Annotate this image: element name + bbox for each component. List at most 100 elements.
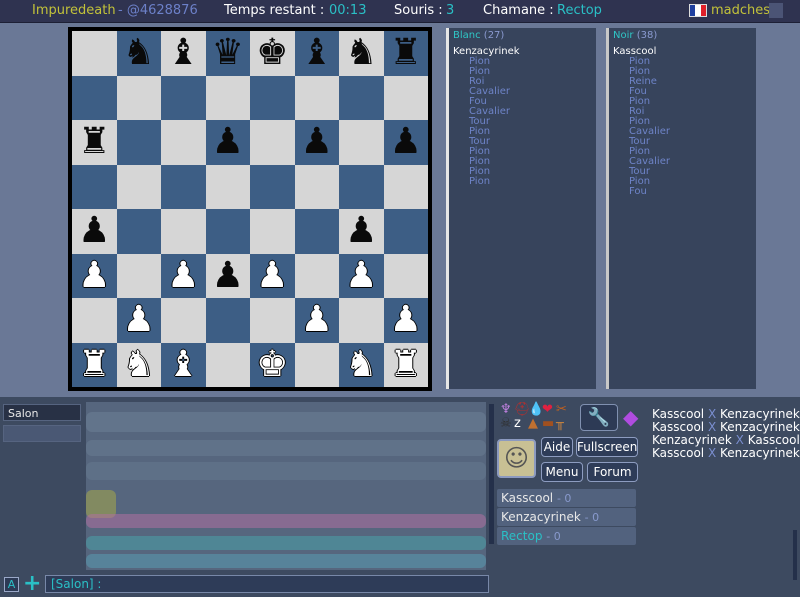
black-queen-icon[interactable]: ♛	[212, 35, 244, 71]
black-bishop-icon[interactable]: ♝	[301, 35, 333, 71]
board-square[interactable]: ♞	[339, 342, 384, 387]
crystal-icon[interactable]: ◆	[623, 404, 639, 432]
tab-secondary[interactable]	[3, 425, 81, 442]
white-pawn-icon[interactable]: ♟	[167, 257, 199, 294]
white-pawn-icon[interactable]: ♟	[301, 302, 333, 338]
chat-scrollbar[interactable]	[489, 404, 494, 544]
help-button[interactable]: Aide	[541, 437, 573, 457]
board-square[interactable]: ♟	[205, 253, 250, 298]
board-square[interactable]	[205, 164, 250, 209]
board-square[interactable]: ♚	[250, 342, 295, 387]
board-square[interactable]	[294, 164, 339, 209]
board-square[interactable]: ♝	[294, 31, 339, 76]
white-knight-icon[interactable]: ♞	[123, 346, 155, 383]
board-square[interactable]: ♟	[250, 253, 295, 298]
fullscreen-button[interactable]: Fullscreen	[576, 437, 638, 457]
board-square[interactable]: ♜	[72, 342, 117, 387]
add-channel-button[interactable]: +	[23, 573, 41, 595]
black-knight-icon[interactable]: ♞	[345, 35, 377, 71]
board-square[interactable]: ♟	[116, 298, 161, 343]
board-square[interactable]: ♟	[161, 253, 206, 298]
cheese-icon[interactable]: ▲	[528, 416, 538, 431]
board-square[interactable]	[116, 75, 161, 120]
board-square[interactable]	[294, 75, 339, 120]
board-square[interactable]: ♝	[161, 342, 206, 387]
emote-icons[interactable]: ♆ ⛑ 💧 ❤ ✂ ☠ z ▲ ▬ ╥	[497, 402, 577, 434]
board-square[interactable]	[72, 298, 117, 343]
black-pawn-icon[interactable]: ♟	[301, 124, 333, 160]
board-square[interactable]	[250, 75, 295, 120]
sleep-icon[interactable]: z	[514, 416, 521, 431]
board-square[interactable]: ♚	[250, 31, 295, 76]
black-king-icon[interactable]: ♚	[256, 35, 288, 71]
forum-button[interactable]: Forum	[587, 462, 638, 482]
board-square[interactable]: ♞	[116, 342, 161, 387]
chat-log[interactable]	[86, 402, 486, 570]
board-square[interactable]: ♟	[72, 209, 117, 254]
board-square[interactable]	[383, 209, 428, 254]
black-pawn-icon[interactable]: ♟	[345, 213, 377, 249]
tools-icon[interactable]: ✂	[556, 402, 567, 417]
board-square[interactable]: ♟	[294, 120, 339, 165]
skull-icon[interactable]: ☠	[500, 416, 512, 431]
board-square[interactable]	[116, 253, 161, 298]
board-square[interactable]: ♛	[205, 31, 250, 76]
board-square[interactable]: ♟	[339, 209, 384, 254]
board-square[interactable]	[72, 164, 117, 209]
board-square[interactable]	[161, 164, 206, 209]
board-square[interactable]	[161, 209, 206, 254]
white-knight-icon[interactable]: ♞	[345, 346, 377, 383]
shaman-icon[interactable]: ♆	[500, 402, 512, 417]
white-pawn-icon[interactable]: ♟	[345, 257, 377, 294]
board-square[interactable]	[205, 75, 250, 120]
board-square[interactable]	[161, 298, 206, 343]
board-square[interactable]: ♟	[383, 298, 428, 343]
white-rook-icon[interactable]: ♜	[78, 346, 110, 383]
french-flag-icon[interactable]	[689, 4, 707, 17]
black-rook-icon[interactable]: ♜	[78, 124, 110, 160]
board-square[interactable]: ♟	[383, 120, 428, 165]
tab-salon[interactable]: Salon	[3, 404, 81, 421]
board-square[interactable]	[383, 75, 428, 120]
board-square[interactable]	[383, 253, 428, 298]
white-rook-icon[interactable]: ♜	[390, 346, 422, 383]
board-square[interactable]	[205, 342, 250, 387]
board-square[interactable]	[116, 164, 161, 209]
wood-icon[interactable]: ▬	[542, 416, 554, 431]
board-square[interactable]: ♞	[339, 31, 384, 76]
board-square[interactable]: ♟	[339, 253, 384, 298]
board-square[interactable]	[205, 209, 250, 254]
board-square[interactable]	[72, 75, 117, 120]
black-pawn-icon[interactable]: ♟	[212, 124, 244, 160]
black-knight-icon[interactable]: ♞	[123, 35, 155, 71]
board-square[interactable]	[72, 31, 117, 76]
board-square[interactable]	[161, 75, 206, 120]
black-pawn-icon[interactable]: ♟	[78, 213, 110, 249]
username[interactable]: Impuredeath	[32, 3, 116, 18]
board-square[interactable]: ♝	[161, 31, 206, 76]
board-square[interactable]	[250, 209, 295, 254]
white-pawn-icon[interactable]: ♟	[390, 302, 422, 338]
heart-icon[interactable]: ❤	[542, 402, 553, 417]
chat-input[interactable]: [Salon] :	[45, 575, 489, 593]
board-square[interactable]	[205, 298, 250, 343]
board-square[interactable]: ♜	[383, 31, 428, 76]
board-square[interactable]	[294, 253, 339, 298]
board-square[interactable]: ♟	[72, 253, 117, 298]
board-square[interactable]: ♟	[205, 120, 250, 165]
white-bishop-icon[interactable]: ♝	[167, 346, 199, 383]
white-pawn-icon[interactable]: ♟	[123, 302, 155, 338]
black-bishop-icon[interactable]: ♝	[167, 35, 199, 71]
board-square[interactable]	[116, 120, 161, 165]
board-square[interactable]	[383, 164, 428, 209]
board-square[interactable]	[250, 164, 295, 209]
board-square[interactable]	[339, 164, 384, 209]
board-square[interactable]: ♞	[116, 31, 161, 76]
chess-board[interactable]: ♞ ♝ ♛ ♚ ♝ ♞ ♜ ♜ ♟ ♟ ♟ ♟ ♟ ♟ ♟ ♟ ♟ ♟ ♟ ♟ ♟ ♜ ♞ ♝ ♚ ♞ ♜	[72, 31, 428, 387]
board-square[interactable]: ♜	[72, 120, 117, 165]
bench-icon[interactable]: ╥	[556, 416, 564, 431]
white-king-icon[interactable]: ♚	[256, 346, 288, 383]
board-square[interactable]: ♜	[383, 342, 428, 387]
board-square[interactable]	[339, 120, 384, 165]
board-square[interactable]	[294, 209, 339, 254]
